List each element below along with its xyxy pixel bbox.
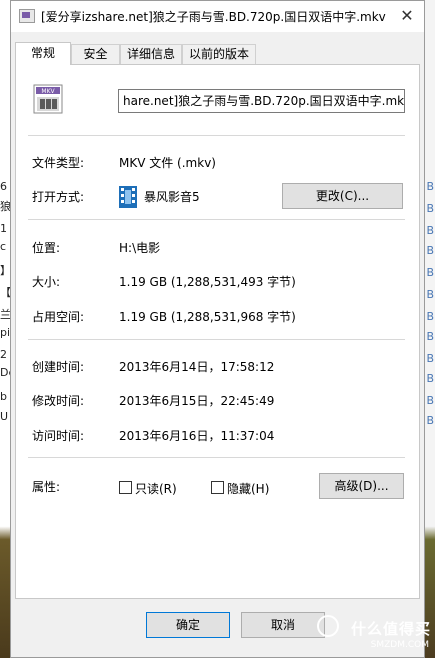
separator: [28, 457, 405, 458]
mkv-file-icon: MKV: [33, 84, 63, 114]
background-right-fragment: B: [426, 352, 434, 365]
window-title: [爱分享izshare.net]狼之子雨与雪.BD.720p.国日双语中字.mk…: [41, 10, 386, 24]
created-label: 创建时间:: [32, 360, 85, 374]
size-label: 大小:: [32, 275, 61, 289]
separator: [28, 339, 405, 340]
hidden-label[interactable]: 隐藏(H): [227, 480, 269, 497]
advanced-button[interactable]: 高级(D)...: [319, 473, 404, 499]
attributes-label: 属性:: [32, 480, 61, 494]
background-left-fragment: b: [0, 390, 7, 403]
title-bar[interactable]: [爱分享izshare.net]狼之子雨与雪.BD.720p.国日双语中字.mk…: [11, 1, 424, 32]
background-left-fragment: U: [0, 410, 9, 423]
background-right-fragment: B: [426, 202, 434, 215]
file-type-value: MKV 文件 (.mkv): [119, 156, 216, 170]
location-value: H:\电影: [119, 241, 161, 255]
tab-general[interactable]: 常规: [15, 42, 71, 65]
separator: [28, 219, 405, 220]
watermark-subtext: SMZDM.COM: [370, 640, 429, 650]
accessed-label: 访问时间:: [32, 429, 85, 443]
background-right-fragment: B: [426, 244, 434, 257]
file-type-label: 文件类型:: [32, 156, 85, 170]
background-right-fragment: B: [426, 372, 434, 385]
watermark-text: 什么值得买: [350, 620, 431, 638]
change-button[interactable]: 更改(C)...: [282, 183, 403, 209]
general-tab-panel: MKV hare.net]狼之子雨与雪.BD.720p.国日双语中字.mkv 文…: [15, 64, 420, 599]
ok-button[interactable]: 确定: [146, 612, 230, 638]
file-name-field[interactable]: hare.net]狼之子雨与雪.BD.720p.国日双语中字.mkv: [118, 89, 405, 113]
background-right-fragment: B: [426, 266, 434, 279]
tab-security[interactable]: 安全: [71, 44, 120, 64]
opens-with-value: 暴风影音5: [144, 190, 200, 204]
readonly-label[interactable]: 只读(R): [135, 480, 177, 497]
background-left-fragment: 6: [0, 180, 7, 193]
hidden-checkbox[interactable]: [211, 481, 224, 494]
background-right-fragment: B: [426, 224, 434, 237]
size-on-disk-label: 占用空间:: [32, 310, 85, 324]
readonly-checkbox[interactable]: [119, 481, 132, 494]
background-right-fragment: B: [426, 414, 434, 427]
background-left-fragment: pi: [0, 326, 11, 339]
baofeng-app-icon: [119, 186, 137, 208]
background-right-fragment: B: [426, 310, 434, 323]
background-right-fragment: B: [426, 180, 434, 193]
smzdm-logo-icon: [317, 615, 339, 637]
properties-dialog: [爱分享izshare.net]狼之子雨与雪.BD.720p.国日双语中字.mk…: [10, 0, 425, 658]
background-right-fragment: B: [426, 330, 434, 343]
size-value: 1.19 GB (1,288,531,493 字节): [119, 275, 296, 289]
close-button[interactable]: ✕: [394, 3, 420, 29]
cancel-button[interactable]: 取消: [241, 612, 325, 638]
background-right-fragment: B: [426, 394, 434, 407]
separator: [28, 135, 405, 136]
created-value: 2013年6月14日，17:58:12: [119, 360, 275, 374]
background-left-fragment: c: [0, 240, 7, 253]
accessed-value: 2013年6月16日，11:37:04: [119, 429, 275, 443]
opens-with-label: 打开方式:: [32, 190, 85, 204]
background-right-strip: [425, 0, 435, 658]
modified-label: 修改时间:: [32, 394, 85, 408]
file-properties-icon: [19, 9, 35, 23]
svg-text:MKV: MKV: [41, 88, 55, 95]
modified-value: 2013年6月15日，22:45:49: [119, 394, 275, 408]
tab-previous-versions[interactable]: 以前的版本: [182, 44, 256, 64]
background-right-fragment: B: [426, 288, 434, 301]
location-label: 位置:: [32, 241, 61, 255]
background-left-fragment: 1: [0, 222, 7, 235]
tab-details[interactable]: 详细信息: [120, 44, 182, 64]
background-left-fragment: 2: [0, 348, 7, 361]
size-on-disk-value: 1.19 GB (1,288,531,968 字节): [119, 310, 296, 324]
